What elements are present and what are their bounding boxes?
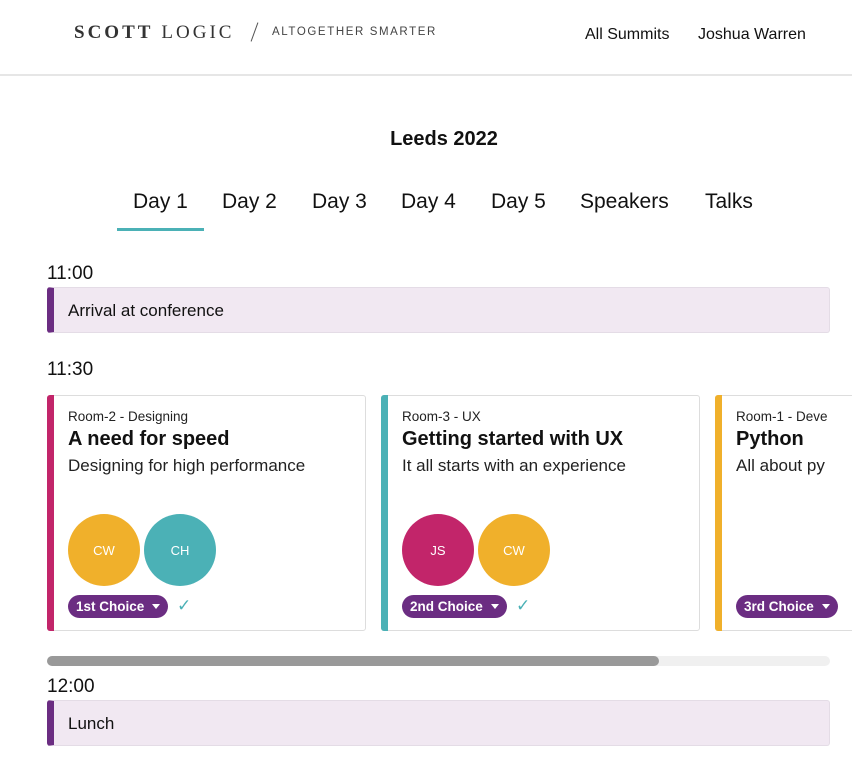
time-slot-label: 11:30 [47, 359, 94, 380]
session-card[interactable]: Room-2 - Designing A need for speed Desi… [47, 395, 366, 631]
session-subtitle: Designing for high performance [68, 456, 306, 475]
time-slot-label: 12:00 [47, 676, 95, 697]
session-room: Room-3 - UX [402, 409, 481, 424]
session-card[interactable]: Room-3 - UX Getting started with UX It a… [381, 395, 700, 631]
tagline: ALTOGETHER SMARTER [272, 26, 437, 38]
logo-divider [250, 22, 259, 42]
speaker-avatar[interactable]: CH [144, 514, 216, 586]
tab-speakers[interactable]: Speakers [580, 190, 669, 234]
session-title: Arrival at conference [68, 301, 224, 320]
scott-logic-logo[interactable]: SCOTT LOGIC [74, 22, 234, 44]
time-slot-label: 11:00 [47, 263, 94, 284]
carousel-scrollbar[interactable] [47, 656, 830, 666]
site-header: SCOTT LOGIC ALTOGETHER SMARTER All Summi… [0, 0, 852, 76]
tab-day-1[interactable]: Day 1 [117, 190, 204, 234]
session-subtitle: It all starts with an experience [402, 456, 626, 475]
arrival-session: Arrival at conference [47, 287, 830, 333]
caret-down-icon [490, 604, 499, 609]
checkmark-icon: ✓ [177, 596, 192, 615]
checkmark-icon: ✓ [516, 596, 531, 615]
tab-day-3[interactable]: Day 3 [312, 190, 367, 234]
lunch-session: Lunch [47, 700, 830, 746]
choice-label: 3rd Choice [744, 599, 814, 614]
choice-label: 2nd Choice [410, 599, 483, 614]
session-subtitle: All about py [736, 456, 825, 475]
session-color-bar [715, 395, 722, 631]
all-summits-link[interactable]: All Summits [585, 26, 669, 44]
speaker-avatar[interactable]: CW [68, 514, 140, 586]
session-card[interactable]: Room-1 - Deve Python All about py 3rd Ch… [715, 395, 852, 631]
choice-dropdown[interactable]: 1st Choice [68, 595, 169, 618]
event-title: Leeds 2022 [390, 128, 498, 150]
session-title: Getting started with UX [402, 428, 624, 450]
choice-label: 1st Choice [76, 599, 145, 614]
tab-day-4[interactable]: Day 4 [401, 190, 456, 234]
tab-talks[interactable]: Talks [705, 190, 753, 234]
day-tabs: Day 1 Day 2 Day 3 Day 4 Day 5 Speakers T… [0, 190, 852, 234]
choice-dropdown[interactable]: 3rd Choice [736, 595, 838, 618]
speaker-avatar[interactable]: JS [402, 514, 474, 586]
caret-down-icon [821, 604, 830, 609]
tab-day-2[interactable]: Day 2 [222, 190, 277, 234]
session-title: Lunch [68, 714, 115, 733]
session-title: A need for speed [68, 428, 230, 450]
choice-dropdown[interactable]: 2nd Choice [402, 595, 507, 618]
session-room: Room-1 - Deve [736, 409, 828, 424]
session-color-bar [381, 395, 388, 631]
session-room: Room-2 - Designing [68, 409, 189, 424]
scrollbar-thumb[interactable] [47, 656, 659, 666]
tab-day-5[interactable]: Day 5 [491, 190, 546, 234]
session-title: Python [736, 428, 804, 450]
user-menu-link[interactable]: Joshua Warren [698, 26, 806, 44]
session-color-bar [47, 395, 54, 631]
speaker-avatar[interactable]: CW [478, 514, 550, 586]
logo-text-logic: LOGIC [161, 22, 235, 43]
session-carousel[interactable]: Room-2 - Designing A need for speed Desi… [47, 395, 852, 631]
caret-down-icon [152, 604, 161, 609]
logo-text-scott: SCOTT [74, 22, 154, 43]
